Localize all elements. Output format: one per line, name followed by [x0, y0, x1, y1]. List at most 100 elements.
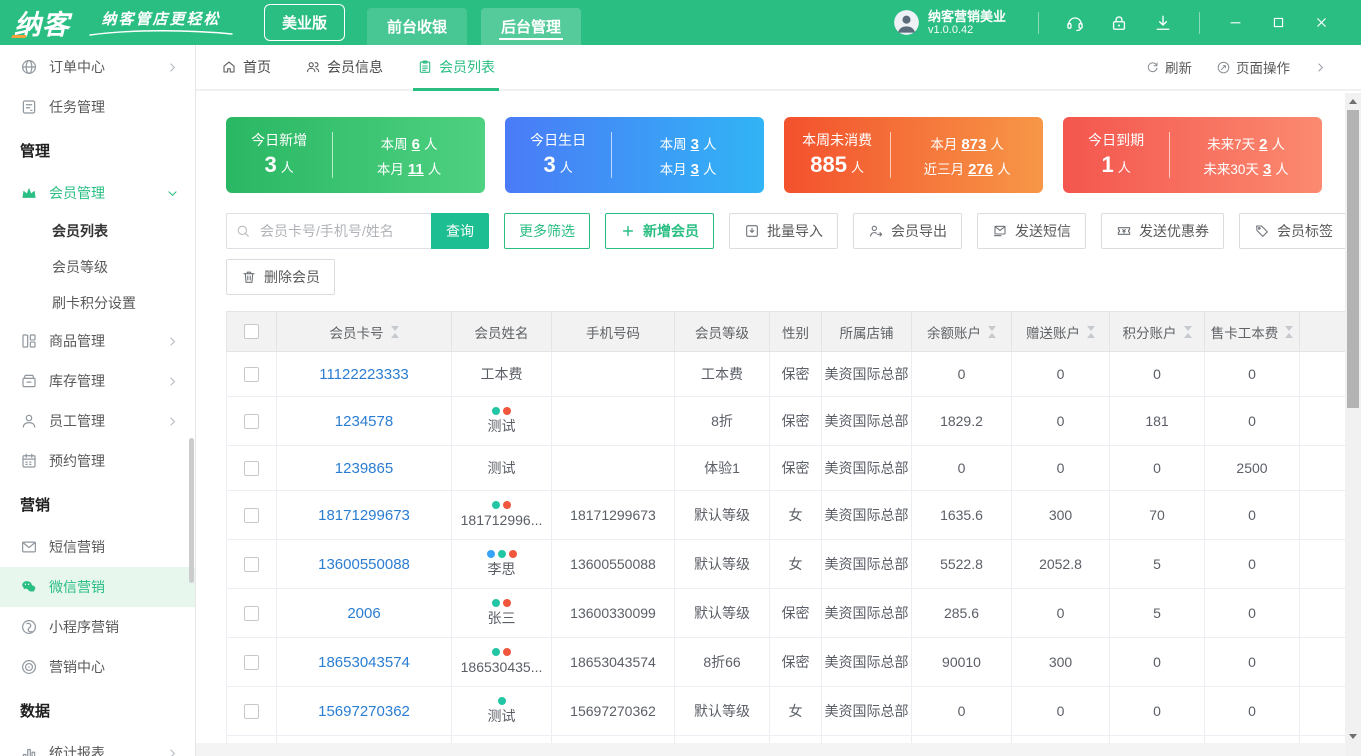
member-tag-dots: [492, 648, 511, 656]
sort-desc-icon[interactable]: [1285, 326, 1293, 331]
sort-arrows-icon[interactable]: [988, 326, 996, 338]
sort-arrows-icon[interactable]: [1285, 326, 1293, 338]
toolbar-button-4[interactable]: 发送短信: [977, 213, 1086, 249]
sort-asc-icon[interactable]: [1285, 333, 1293, 338]
column-header-label: 赠送账户: [1026, 322, 1095, 342]
column-header-8[interactable]: 赠送账户: [1012, 312, 1110, 352]
store-cell: 美资国际总部: [822, 540, 912, 589]
sort-desc-icon[interactable]: [1087, 326, 1095, 331]
sidebar-scrollbar-thumb[interactable]: [189, 438, 194, 583]
sidebar-item-9[interactable]: 员工管理: [0, 401, 195, 441]
toolbar-button-3[interactable]: 会员导出: [853, 213, 962, 249]
row-checkbox[interactable]: [244, 655, 259, 670]
topbar-tab-cashier[interactable]: 前台收银: [367, 8, 467, 45]
sidebar-item-0[interactable]: 订单中心: [0, 47, 195, 87]
member-card-link[interactable]: 18653043574: [318, 654, 410, 671]
close-button[interactable]: [1314, 15, 1329, 30]
tab-member-list[interactable]: 会员列表: [417, 45, 495, 89]
row-checkbox[interactable]: [244, 461, 259, 476]
toolbar-button-2[interactable]: 批量导入: [729, 213, 838, 249]
gender-cell: 女: [770, 540, 822, 589]
edition-button[interactable]: 美业版: [264, 4, 345, 41]
minimize-button[interactable]: [1228, 15, 1243, 30]
vertical-scrollbar-thumb[interactable]: [1347, 110, 1359, 408]
column-header-0[interactable]: [227, 312, 277, 352]
sidebar-item-3[interactable]: 会员管理: [0, 173, 195, 213]
sort-asc-icon[interactable]: [1184, 333, 1192, 338]
member-card-link[interactable]: 1234578: [335, 413, 393, 430]
sidebar-item-4[interactable]: 会员列表: [0, 213, 195, 249]
member-card-link[interactable]: 1239865: [335, 460, 393, 477]
toolbar-button-6[interactable]: 会员标签: [1239, 213, 1348, 249]
sort-arrows-icon[interactable]: [1087, 326, 1095, 338]
search-button[interactable]: 查询: [431, 213, 489, 249]
download-icon[interactable]: [1153, 13, 1173, 33]
row-checkbox[interactable]: [244, 606, 259, 621]
gender-cell: 女: [770, 491, 822, 540]
delete-member-button[interactable]: 删除会员: [226, 259, 335, 295]
row-checkbox[interactable]: [244, 508, 259, 523]
page-actions-button[interactable]: 页面操作: [1216, 57, 1290, 77]
chevron-right-icon[interactable]: [1314, 61, 1327, 74]
column-header-7[interactable]: 余额账户: [912, 312, 1012, 352]
refresh-button[interactable]: 刷新: [1145, 57, 1192, 77]
sidebar-item-1[interactable]: 任务管理: [0, 87, 195, 127]
horizontal-scrollbar[interactable]: [196, 743, 1345, 756]
maximize-button[interactable]: [1271, 15, 1286, 30]
sidebar-item-14[interactable]: 小程序营销: [0, 607, 195, 647]
member-card-link[interactable]: 2006: [347, 605, 380, 622]
sidebar-item-8[interactable]: 库存管理: [0, 361, 195, 401]
member-card-link[interactable]: 15697270362: [318, 703, 410, 720]
row-checkbox[interactable]: [244, 367, 259, 382]
member-card-link[interactable]: 11122223333: [319, 366, 409, 383]
sort-desc-icon[interactable]: [1184, 326, 1192, 331]
column-header-10[interactable]: 售卡工本费: [1205, 312, 1300, 352]
sidebar-item-7[interactable]: 商品管理: [0, 321, 195, 361]
scrollbar-down-arrow[interactable]: [1345, 728, 1361, 744]
row-checkbox[interactable]: [244, 557, 259, 572]
column-header-5: 性别: [770, 312, 822, 352]
toolbar-button-0[interactable]: 更多筛选: [504, 213, 590, 249]
column-header-9[interactable]: 积分账户: [1110, 312, 1205, 352]
toolbar-button-label: 会员导出: [891, 221, 947, 241]
row-checkbox[interactable]: [244, 704, 259, 719]
toolbar-button-5[interactable]: 发送优惠券: [1101, 213, 1224, 249]
sort-asc-icon[interactable]: [988, 333, 996, 338]
lock-icon[interactable]: [1109, 13, 1129, 33]
sort-asc-icon[interactable]: [1087, 333, 1095, 338]
wechat-icon: [20, 578, 38, 596]
chevron-right-icon: [166, 415, 179, 428]
sidebar-item-17[interactable]: 统计报表: [0, 733, 195, 756]
tab-home[interactable]: 首页: [221, 45, 271, 89]
stat-card-unit: 人: [1118, 160, 1131, 175]
search-input[interactable]: [226, 213, 431, 249]
row-checkbox[interactable]: [244, 414, 259, 429]
sort-desc-icon[interactable]: [988, 326, 996, 331]
sidebar-item-10[interactable]: 预约管理: [0, 441, 195, 481]
sort-asc-icon[interactable]: [391, 333, 399, 338]
column-header-1[interactable]: 会员卡号: [277, 312, 452, 352]
tag-dot-teal: [498, 697, 506, 705]
scrollbar-up-arrow[interactable]: [1345, 93, 1361, 109]
goods-icon: [20, 332, 38, 350]
table-row: 11122223333工本费工本费保密美资国际总部0000: [227, 352, 1347, 397]
toolbar-button-1[interactable]: 新增会员: [605, 213, 714, 249]
card_fee-cell: 0: [1205, 687, 1300, 736]
customer-service-icon[interactable]: [1065, 13, 1085, 33]
sidebar-item-6[interactable]: 刷卡积分设置: [0, 285, 195, 321]
member-card-link[interactable]: 13600550088: [318, 556, 410, 573]
sidebar-item-15[interactable]: 营销中心: [0, 647, 195, 687]
sort-arrows-icon[interactable]: [391, 326, 399, 338]
sidebar-item-5[interactable]: 会员等级: [0, 249, 195, 285]
sidebar-item-13[interactable]: 微信营销: [0, 567, 195, 607]
topbar-tab-backoffice[interactable]: 后台管理: [481, 8, 581, 45]
member-card-link[interactable]: 18171299673: [318, 507, 410, 524]
table-row: 1234578测试8折保密美资国际总部1829.201810: [227, 397, 1347, 446]
tag-dot-red: [503, 648, 511, 656]
sidebar-item-12[interactable]: 短信营销: [0, 527, 195, 567]
tab-member-info[interactable]: 会员信息: [305, 45, 383, 89]
sort-arrows-icon[interactable]: [1184, 326, 1192, 338]
sort-desc-icon[interactable]: [391, 326, 399, 331]
user-block[interactable]: 纳客营销美业 v1.0.0.42: [893, 9, 1006, 37]
select-all-checkbox[interactable]: [244, 324, 259, 339]
